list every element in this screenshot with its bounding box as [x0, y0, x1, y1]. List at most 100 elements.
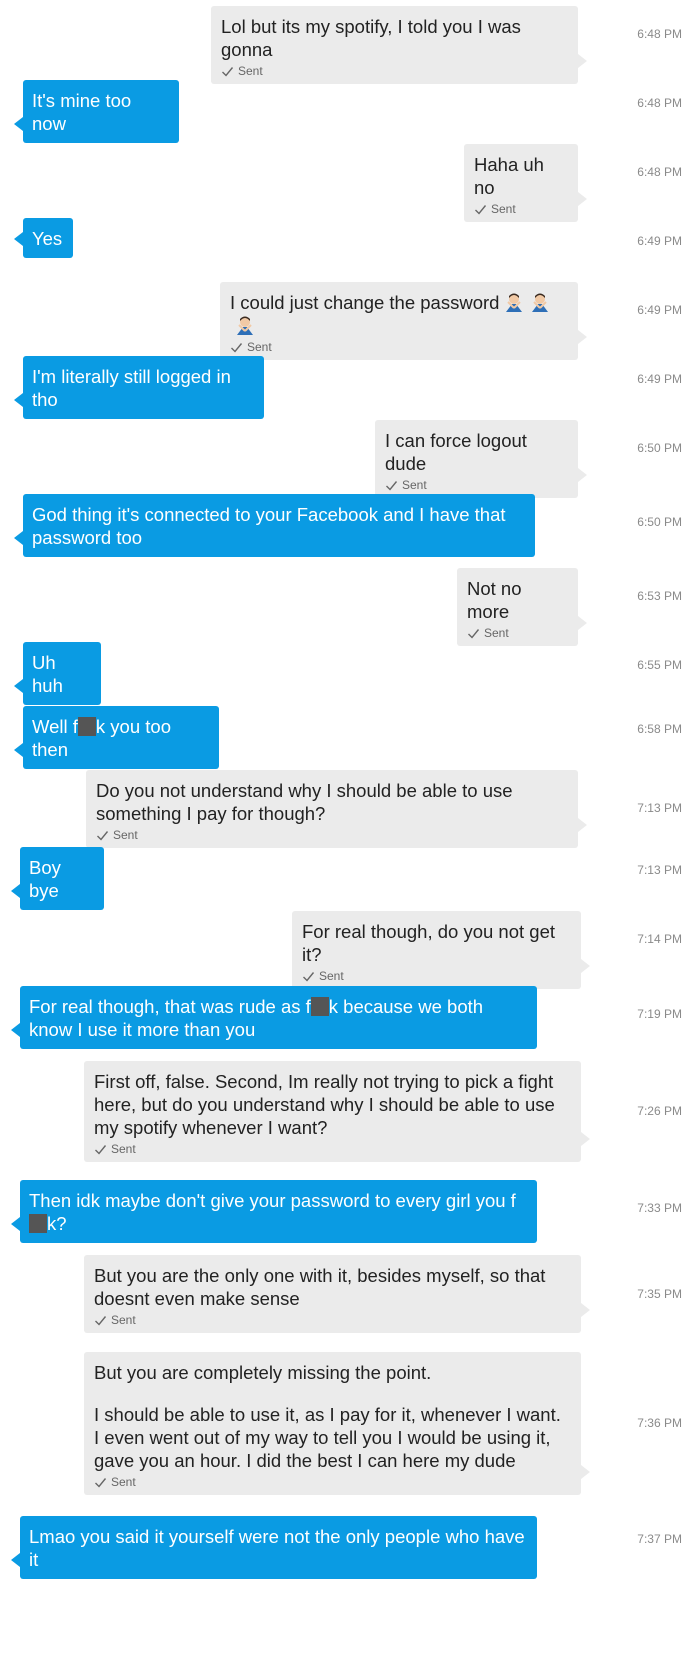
message-text: But you are completely missing the point…: [94, 1362, 432, 1383]
sent-label: Sent: [111, 1313, 136, 1327]
man-gesturing-no-emoji-icon: [506, 293, 523, 312]
sent-label: Sent: [247, 340, 272, 354]
message-text-part: Then idk maybe don't give your password …: [29, 1190, 516, 1211]
sent-status: Sent: [221, 64, 566, 78]
message-timestamp: 7:14 PM: [637, 932, 682, 946]
message-row: But you are the only one with it, beside…: [0, 1255, 700, 1333]
man-gesturing-no-emoji-icon: [237, 316, 253, 335]
message-row: I could just change the password Sent 6:…: [0, 282, 700, 360]
message-timestamp: 7:19 PM: [637, 1007, 682, 1021]
sent-status: Sent: [474, 202, 566, 216]
message-text: For real though, that was rude as fk bec…: [29, 995, 527, 1041]
outgoing-message-bubble[interactable]: First off, false. Second, Im really not …: [84, 1061, 590, 1162]
message-text: Lol but its my spotify, I told you I was…: [221, 16, 521, 60]
incoming-message-bubble[interactable]: Uh huh: [14, 642, 101, 705]
message-row: Do you not understand why I should be ab…: [0, 770, 700, 848]
incoming-message-bubble[interactable]: For real though, that was rude as fk bec…: [11, 986, 537, 1049]
check-icon: [95, 1144, 107, 1155]
message-timestamp: 6:50 PM: [637, 515, 682, 529]
check-icon: [95, 1315, 107, 1326]
message-row: Well fk you too then 6:58 PM: [0, 706, 700, 769]
message-timestamp: 6:58 PM: [637, 722, 682, 736]
message-timestamp: 6:50 PM: [637, 441, 682, 455]
message-row: Yes 6:49 PM: [0, 218, 700, 264]
message-timestamp: 6:49 PM: [637, 372, 682, 386]
outgoing-message-bubble[interactable]: But you are completely missing the point…: [84, 1352, 590, 1495]
check-icon: [386, 480, 398, 491]
outgoing-message-bubble[interactable]: I can force logout dude Sent: [375, 420, 587, 498]
message-text: I'm literally still logged in tho: [32, 366, 231, 410]
message-row: But you are completely missing the point…: [0, 1352, 700, 1496]
message-timestamp: 6:48 PM: [637, 165, 682, 179]
message-row: Lol but its my spotify, I told you I was…: [0, 6, 700, 84]
message-row: For real though, do you not get it? Sent…: [0, 911, 700, 989]
sent-status: Sent: [385, 478, 566, 492]
redaction-box: [77, 717, 96, 736]
outgoing-message-bubble[interactable]: Not no more Sent: [457, 568, 587, 646]
message-row: Then idk maybe don't give your password …: [0, 1180, 700, 1243]
sent-label: Sent: [319, 969, 344, 983]
message-text: Lmao you said it yourself were not the o…: [29, 1526, 525, 1570]
message-text-part: k?: [47, 1213, 67, 1234]
message-row: For real though, that was rude as fk bec…: [0, 986, 700, 1049]
outgoing-message-bubble[interactable]: Haha uh no Sent: [464, 144, 587, 222]
message-text-part: Well f: [32, 716, 78, 737]
sent-status: Sent: [302, 969, 569, 983]
sent-label: Sent: [402, 478, 427, 492]
outgoing-message-bubble[interactable]: Lol but its my spotify, I told you I was…: [211, 6, 587, 84]
message-timestamp: 7:13 PM: [637, 863, 682, 877]
message-row: Haha uh no Sent 6:48 PM: [0, 144, 700, 222]
incoming-message-bubble[interactable]: God thing it's connected to your Faceboo…: [14, 494, 535, 557]
outgoing-message-bubble[interactable]: I could just change the password Sent: [220, 282, 587, 360]
outgoing-message-bubble[interactable]: But you are the only one with it, beside…: [84, 1255, 590, 1333]
message-text: I should be able to use it, as I pay for…: [94, 1404, 561, 1471]
message-timestamp: 7:13 PM: [637, 801, 682, 815]
message-row: It's mine too now 6:48 PM: [0, 80, 700, 143]
check-icon: [97, 830, 109, 841]
message-row: First off, false. Second, Im really not …: [0, 1061, 700, 1162]
check-icon: [231, 342, 243, 353]
message-row: Not no more Sent 6:53 PM: [0, 568, 700, 646]
incoming-message-bubble[interactable]: Lmao you said it yourself were not the o…: [11, 1516, 537, 1579]
sent-label: Sent: [111, 1142, 136, 1156]
message-timestamp: 7:26 PM: [637, 1104, 682, 1118]
message-timestamp: 7:33 PM: [637, 1201, 682, 1215]
message-timestamp: 7:37 PM: [637, 1532, 682, 1546]
sent-label: Sent: [238, 64, 263, 78]
message-timestamp: 6:55 PM: [637, 658, 682, 672]
sent-status: Sent: [94, 1313, 569, 1327]
outgoing-message-bubble[interactable]: Do you not understand why I should be ab…: [86, 770, 587, 848]
incoming-message-bubble[interactable]: Yes: [14, 218, 73, 258]
outgoing-message-bubble[interactable]: For real though, do you not get it? Sent: [292, 911, 590, 989]
message-timestamp: 6:49 PM: [637, 234, 682, 248]
sent-status: Sent: [96, 828, 566, 842]
message-timestamp: 7:35 PM: [637, 1287, 682, 1301]
message-row: Uh huh 6:55 PM: [0, 642, 700, 705]
message-text: Yes: [32, 228, 63, 249]
message-row: Lmao you said it yourself were not the o…: [0, 1516, 700, 1579]
check-icon: [468, 628, 480, 639]
message-text: First off, false. Second, Im really not …: [94, 1071, 555, 1138]
message-timestamp: 7:36 PM: [637, 1416, 682, 1430]
incoming-message-bubble[interactable]: I'm literally still logged in tho: [14, 356, 264, 419]
incoming-message-bubble[interactable]: Then idk maybe don't give your password …: [11, 1180, 537, 1243]
message-text: I could just change the password: [230, 291, 566, 337]
message-timestamp: 6:48 PM: [637, 96, 682, 110]
incoming-message-bubble[interactable]: Boy bye: [11, 847, 104, 910]
message-timestamp: 6:49 PM: [637, 303, 682, 317]
check-icon: [475, 204, 487, 215]
sent-status: Sent: [230, 340, 566, 354]
redaction-box: [310, 997, 329, 1016]
sent-status: Sent: [467, 626, 566, 640]
sent-label: Sent: [491, 202, 516, 216]
message-text: For real though, do you not get it?: [302, 921, 556, 965]
message-text: I can force logout dude: [385, 430, 527, 474]
incoming-message-bubble[interactable]: Well fk you too then: [14, 706, 219, 769]
sent-label: Sent: [113, 828, 138, 842]
message-text: Not no more: [467, 578, 522, 622]
check-icon: [222, 66, 234, 77]
message-row: I'm literally still logged in tho 6:49 P…: [0, 356, 700, 419]
message-row: I can force logout dude Sent 6:50 PM: [0, 420, 700, 498]
incoming-message-bubble[interactable]: It's mine too now: [14, 80, 179, 143]
message-text: Haha uh no: [474, 154, 544, 198]
